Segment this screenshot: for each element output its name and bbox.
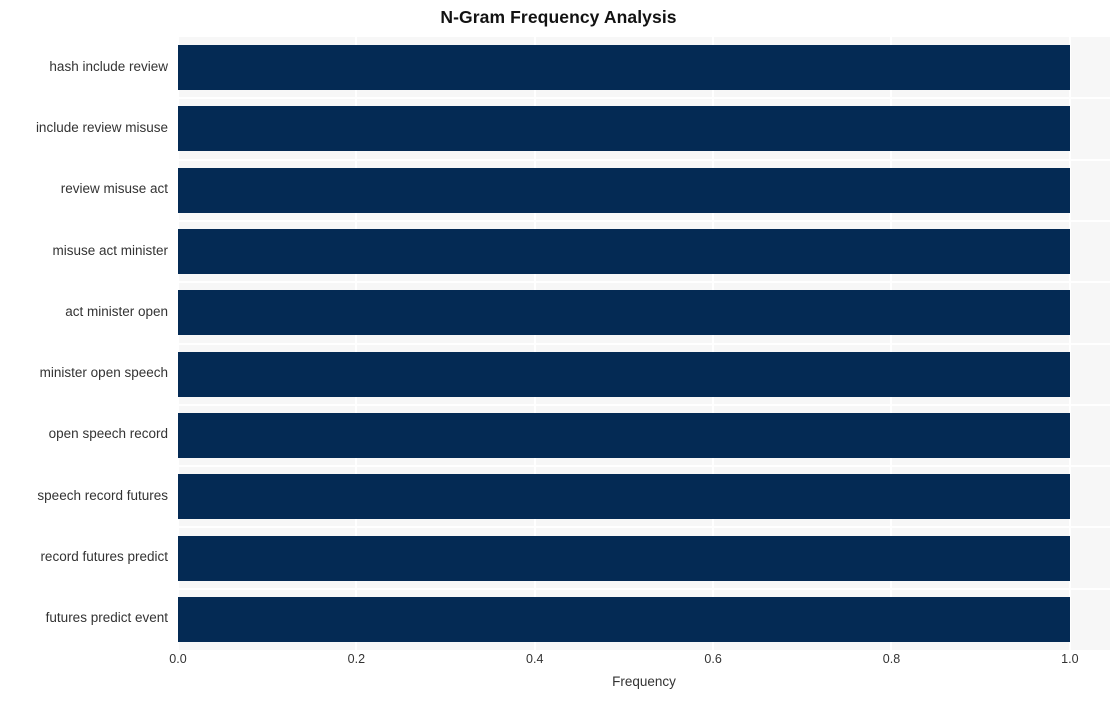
ngram-frequency-chart: N-Gram Frequency Analysis hash include r… (0, 0, 1117, 701)
plot-area (177, 37, 1110, 650)
y-gridline-9 (178, 587, 1110, 590)
bar[interactable] (178, 474, 1070, 520)
y-tick-label: review misuse act (60, 181, 168, 197)
y-tick-label: open speech record (48, 426, 168, 442)
x-tick-label: 0.6 (704, 652, 722, 666)
bar[interactable] (178, 535, 1070, 581)
x-axis-title: Frequency (612, 674, 676, 689)
x-tick-label: 0.2 (347, 652, 366, 666)
x-tick-label: 1.0 (1061, 652, 1079, 666)
bar[interactable] (178, 106, 1070, 152)
bar[interactable] (178, 412, 1070, 458)
y-tick-label: speech record futures (37, 487, 168, 503)
y-gridline-8 (178, 526, 1110, 529)
y-gridline-6 (178, 403, 1110, 406)
bar[interactable] (178, 596, 1070, 642)
bar[interactable] (178, 229, 1070, 275)
y-tick-label: minister open speech (39, 365, 168, 381)
y-tick-label: futures predict event (45, 610, 168, 626)
y-tick-label: hash include review (49, 58, 168, 74)
y-gridline-5 (178, 342, 1110, 345)
x-tick-label: 0.8 (882, 652, 901, 666)
bar[interactable] (178, 45, 1070, 91)
y-tick-label: misuse act minister (52, 242, 168, 258)
page-title: N-Gram Frequency Analysis (440, 7, 677, 27)
y-gridline-7 (178, 465, 1110, 468)
x-tick-label: 0.0 (169, 652, 187, 666)
bar[interactable] (178, 351, 1070, 397)
y-gridline-4 (178, 281, 1110, 284)
y-gridline-1 (178, 97, 1110, 100)
y-gridline-2 (178, 158, 1110, 161)
x-tick-label: 0.4 (526, 652, 544, 666)
bar[interactable] (178, 290, 1070, 336)
y-tick-label: act minister open (65, 303, 168, 319)
y-tick-label: record futures predict (40, 549, 168, 565)
bar[interactable] (178, 167, 1070, 213)
y-gridline-3 (178, 219, 1110, 222)
y-tick-label: include review misuse (35, 119, 168, 135)
